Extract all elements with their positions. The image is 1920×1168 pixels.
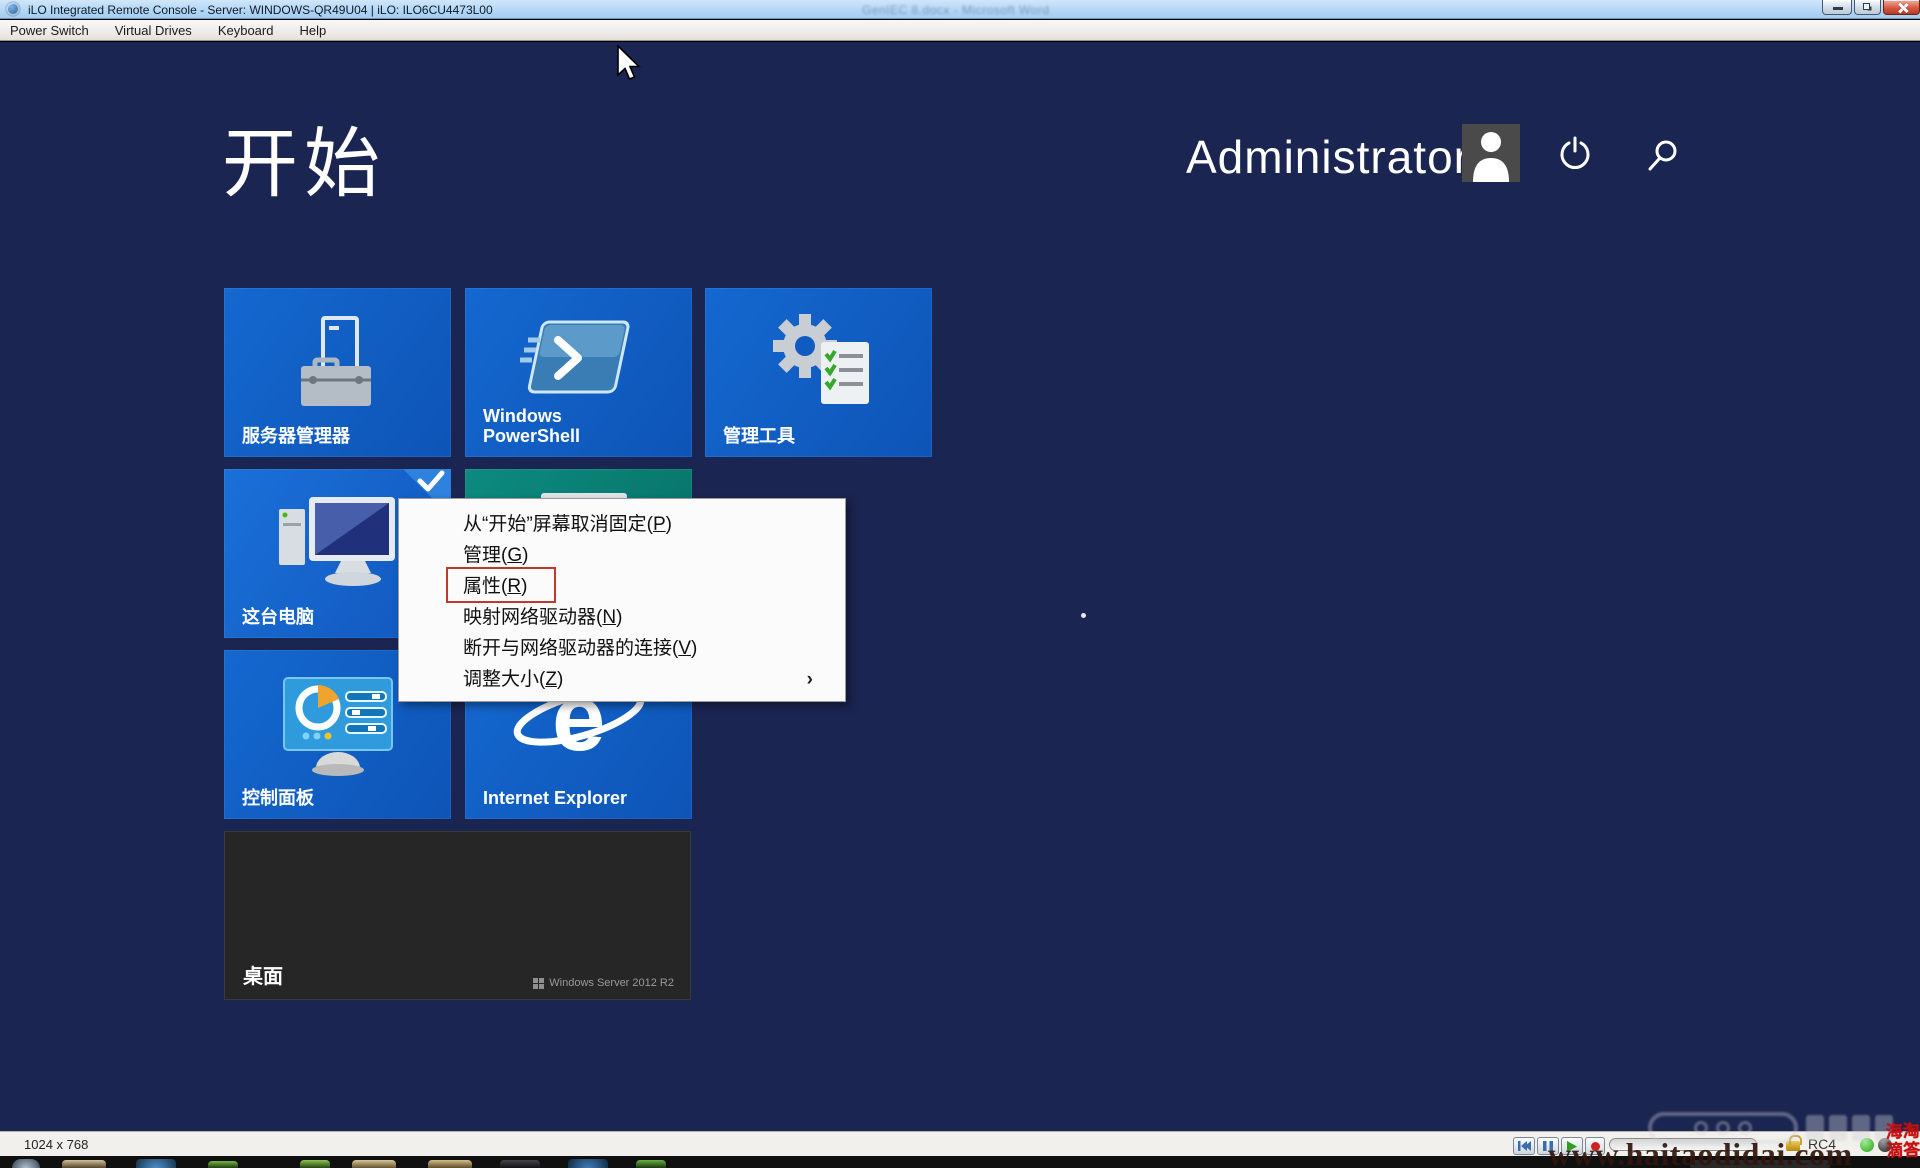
- tile-label: 服务器管理器: [242, 426, 350, 447]
- windows-flag-icon: [533, 978, 544, 989]
- this-pc-icon: [271, 495, 405, 591]
- menu-bar: Power Switch Virtual Drives Keyboard Hel…: [0, 20, 1920, 41]
- taskbar-icon-sliver: [500, 1160, 540, 1168]
- menu-item-unpin-from-start[interactable]: 从“开始”屏幕取消固定(P): [399, 509, 845, 540]
- control-panel-icon: [272, 672, 404, 784]
- tile-server-manager[interactable]: 服务器管理器: [224, 288, 451, 457]
- search-icon: [1646, 138, 1680, 172]
- taskbar-icon-sliver: [636, 1160, 666, 1168]
- power-button[interactable]: [1558, 136, 1592, 170]
- remote-console-window: iLO Integrated Remote Console - Server: …: [0, 0, 1920, 1168]
- tile-label: 管理工具: [723, 426, 795, 447]
- powershell-icon: [514, 318, 644, 398]
- taskbar-icon-sliver: [428, 1160, 472, 1168]
- minimize-button[interactable]: [1822, 0, 1852, 15]
- red-seal-watermark: 海淘 滴答: [1885, 1121, 1920, 1160]
- hp-ilo-app-icon: [6, 2, 20, 16]
- search-button[interactable]: [1646, 138, 1680, 172]
- menu-virtual-drives[interactable]: Virtual Drives: [115, 23, 192, 38]
- cursor-artifact-dot: [1081, 613, 1086, 618]
- menu-item-resize[interactable]: 调整大小(Z) ›: [399, 664, 845, 695]
- taskbar-icon-sliver: [568, 1159, 608, 1168]
- person-icon: [1462, 124, 1520, 182]
- checkmark-icon: [416, 469, 446, 495]
- menu-power-switch[interactable]: Power Switch: [10, 23, 89, 38]
- tile-label: 这台电脑: [242, 607, 314, 628]
- remote-screen-viewport: 开始 Administrator: [0, 42, 1920, 1131]
- mouse-cursor: [616, 45, 642, 83]
- tile-admin-tools[interactable]: 管理工具: [705, 288, 932, 457]
- menu-keyboard[interactable]: Keyboard: [218, 23, 274, 38]
- skip-start-icon: [1518, 1141, 1531, 1151]
- window-title: iLO Integrated Remote Console - Server: …: [28, 3, 493, 17]
- tile-label: 控制面板: [242, 788, 314, 809]
- restore-icon: [1863, 3, 1870, 10]
- tile-desktop[interactable]: 桌面 Windows Server 2012 R2: [224, 831, 691, 1000]
- tile-windows-powershell[interactable]: Windows PowerShell: [465, 288, 692, 457]
- start-screen-title: 开始: [222, 102, 386, 212]
- taskbar-icon-sliver: [300, 1160, 330, 1168]
- os-watermark: Windows Server 2012 R2: [533, 977, 674, 989]
- user-avatar[interactable]: [1462, 124, 1520, 182]
- skip-to-start-button[interactable]: [1513, 1137, 1535, 1155]
- power-icon: [1558, 136, 1592, 170]
- site-watermark-url: www.haitaodidai.com: [1548, 1136, 1853, 1168]
- menu-help[interactable]: Help: [299, 23, 326, 38]
- close-button[interactable]: [1883, 0, 1920, 15]
- menu-item-map-network-drive[interactable]: 映射网络驱动器(N): [399, 602, 845, 633]
- annotation-highlight-box: [446, 567, 556, 603]
- resolution-label: 1024 x 768: [24, 1137, 88, 1152]
- submenu-arrow-icon: ›: [807, 664, 813, 695]
- taskbar-icon-sliver: [136, 1159, 176, 1168]
- close-icon: [1898, 3, 1907, 12]
- tile-label: Internet Explorer: [483, 788, 627, 809]
- taskbar-icon-sliver: [352, 1160, 396, 1168]
- user-name[interactable]: Administrator: [1186, 130, 1470, 184]
- restore-button[interactable]: [1854, 0, 1881, 15]
- tile-label: Windows PowerShell: [483, 406, 643, 447]
- tile-label: 桌面: [243, 966, 283, 989]
- menu-item-disconnect-network-drive[interactable]: 断开与网络驱动器的连接(V): [399, 633, 845, 664]
- tile-context-menu: 从“开始”屏幕取消固定(P) 管理(G) 属性(R) 映射网络驱动器(N) 断开…: [398, 498, 846, 702]
- admin-tools-icon: [759, 312, 879, 412]
- minimize-icon: [1833, 7, 1843, 10]
- server-manager-icon: [283, 316, 393, 412]
- taskbar-icon-sliver: [208, 1161, 238, 1168]
- background-window-title: GenIEC 8.docx - Microsoft Word: [862, 3, 1050, 17]
- window-controls: [1820, 0, 1920, 16]
- title-bar[interactable]: iLO Integrated Remote Console - Server: …: [0, 0, 1920, 19]
- start-orb-sliver: [12, 1159, 40, 1168]
- taskbar-icon-sliver: [62, 1160, 106, 1168]
